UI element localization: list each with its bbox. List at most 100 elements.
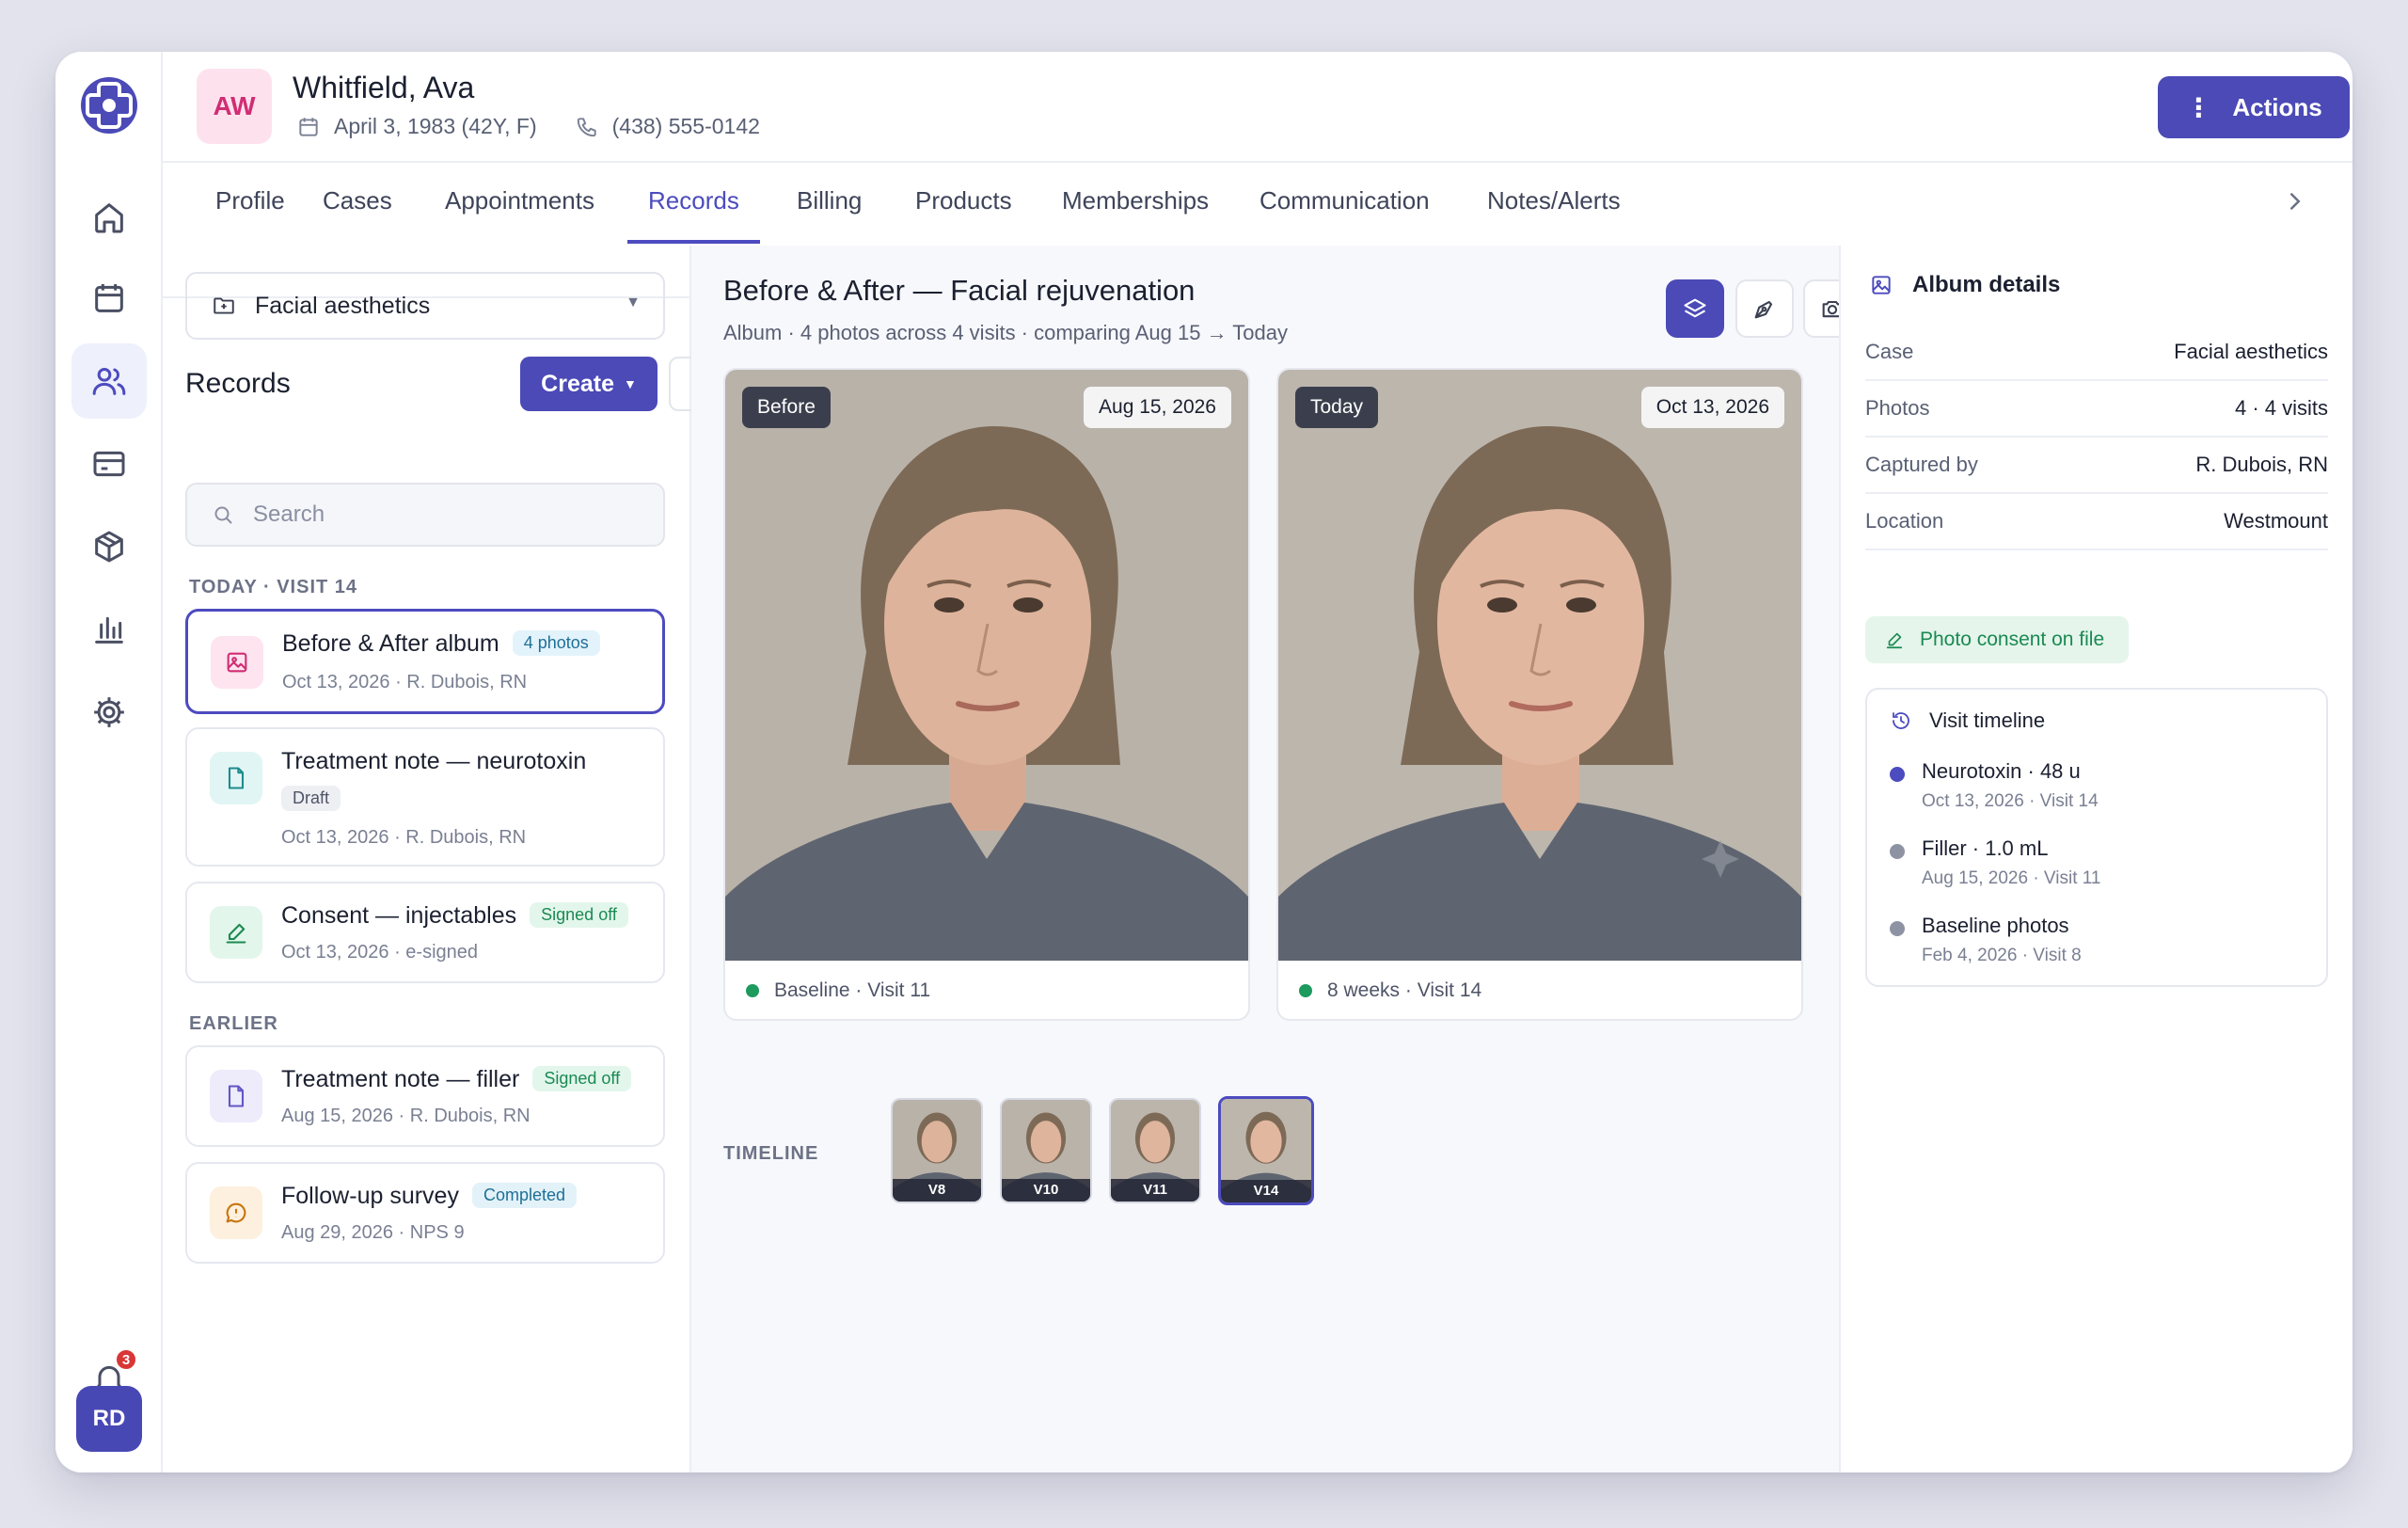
records-title: Records bbox=[185, 368, 291, 399]
visit-timeline-item-name: Baseline photos bbox=[1922, 914, 2069, 937]
record-meta: Oct 13, 2026 · e-signed bbox=[281, 942, 479, 963]
section-label-today: TODAY · VISIT 14 bbox=[189, 577, 358, 597]
layers-icon bbox=[1684, 298, 1706, 318]
records-panel: Facial aesthetics ▼ Records Create▼ ⋮ Se… bbox=[163, 246, 723, 1472]
home-icon bbox=[95, 203, 123, 233]
after-photo-card[interactable]: Today Oct 13, 2026 8 weeks · Visit 14 bbox=[1276, 368, 1803, 1021]
record-meta: Aug 29, 2026 · NPS 9 bbox=[281, 1222, 465, 1243]
album-details-title-text: Album details bbox=[1912, 272, 2061, 297]
tab-appointments[interactable]: Appointments bbox=[445, 163, 594, 244]
status-dot bbox=[1299, 984, 1312, 997]
nav-settings[interactable] bbox=[71, 675, 147, 750]
record-title: Follow-up survey bbox=[281, 1183, 459, 1209]
record-badge: Draft bbox=[281, 786, 341, 811]
record-meta: Oct 13, 2026 · R. Dubois, RN bbox=[281, 827, 527, 848]
box-icon bbox=[95, 531, 123, 563]
record-item-follow-up-survey[interactable]: Follow-up survey Completed Aug 29, 2026 ·… bbox=[185, 1162, 665, 1264]
detail-row-location: Location Westmount bbox=[1865, 494, 2328, 550]
visit-timeline-item-name: Neurotoxin · 48 u bbox=[1922, 759, 2081, 783]
calendar-icon bbox=[95, 284, 123, 312]
photo-consent-text: Photo consent on file bbox=[1920, 629, 2105, 650]
thumbnail-label: V10 bbox=[1002, 1179, 1090, 1202]
record-item-treatment-note-neurotoxin[interactable]: Treatment note — neurotoxin Draft Oct 13… bbox=[185, 727, 665, 867]
record-badge: Completed bbox=[471, 1183, 577, 1208]
patient-header: AW Whitfield, Ava April 3, 1983 (42Y, F)… bbox=[163, 52, 2353, 163]
detail-value: 4 · 4 visits bbox=[2234, 396, 2328, 420]
annotate-button[interactable] bbox=[1735, 279, 1794, 338]
nav-billing[interactable] bbox=[71, 426, 147, 501]
actions-button[interactable]: ⋮ Actions bbox=[2158, 76, 2350, 138]
more-vertical-icon: ⋮ bbox=[2185, 92, 2212, 122]
nav-products[interactable] bbox=[71, 509, 147, 584]
users-icon bbox=[92, 368, 126, 395]
record-name: Consent — injectables Signed off bbox=[281, 902, 628, 930]
tab-billing[interactable]: Billing bbox=[797, 163, 862, 244]
visit-timeline-item-meta: Oct 13, 2026 · Visit 14 bbox=[1922, 791, 2099, 811]
timeline-dot bbox=[1890, 767, 1905, 782]
visit-timeline-title: Visit timeline bbox=[1890, 708, 2045, 733]
search-field[interactable]: Search bbox=[185, 483, 665, 547]
section-label-earlier: EARLIER bbox=[189, 1013, 278, 1034]
nav-reports[interactable] bbox=[71, 592, 147, 667]
credit-card-icon bbox=[93, 451, 125, 477]
tab-profile[interactable]: Profile bbox=[215, 163, 285, 244]
calendar-icon bbox=[299, 117, 318, 136]
thumbnail-label: V14 bbox=[1221, 1180, 1311, 1202]
app-logo[interactable] bbox=[78, 74, 140, 136]
record-badge: Signed off bbox=[530, 902, 628, 928]
nav-home[interactable] bbox=[71, 180, 147, 255]
record-meta: Aug 15, 2026 · R. Dubois, RN bbox=[281, 1106, 531, 1126]
pen-tool-icon bbox=[1754, 300, 1773, 319]
patient-meta: April 3, 1983 (42Y, F) (438) 555-0142 bbox=[296, 114, 760, 139]
record-badge: Signed off bbox=[532, 1066, 632, 1091]
thumbnail-label: V11 bbox=[1111, 1179, 1199, 1202]
timeline-thumbnail[interactable]: V11 bbox=[1109, 1098, 1201, 1203]
photo-consent-badge: Photo consent on file bbox=[1865, 616, 2129, 663]
user-avatar[interactable]: RD bbox=[76, 1386, 142, 1452]
caret-down-icon: ▼ bbox=[623, 376, 637, 391]
record-item-treatment-note-filler[interactable]: Treatment note — filler Signed off Aug 15… bbox=[185, 1045, 665, 1147]
after-caption: 8 weeks · Visit 14 bbox=[1299, 979, 1481, 1002]
record-item-before-after-album[interactable]: Before & After album 4 photos Oct 13, 202… bbox=[185, 609, 665, 714]
record-item-consent-injectables[interactable]: Consent — injectables Signed off Oct 13, … bbox=[185, 882, 665, 983]
create-button[interactable]: Create ▼ bbox=[520, 357, 657, 411]
record-title: Consent — injectables bbox=[281, 902, 517, 929]
detail-key: Captured by bbox=[1865, 453, 1978, 476]
after-date: Oct 13, 2026 bbox=[1640, 387, 1784, 428]
image-icon bbox=[211, 636, 263, 689]
case-select[interactable]: Facial aesthetics ▼ bbox=[185, 272, 665, 340]
timeline-thumbnail[interactable]: V8 bbox=[891, 1098, 983, 1203]
detail-row-case: Case Facial aesthetics bbox=[1865, 325, 2328, 381]
before-photo-card[interactable]: Before Aug 15, 2026 Baseline · Visit 11 bbox=[723, 368, 1250, 1021]
nav-calendar[interactable] bbox=[71, 261, 147, 336]
compare-layers-button[interactable] bbox=[1666, 279, 1724, 338]
tab-notes-alerts[interactable]: Notes/Alerts bbox=[1487, 163, 1621, 244]
tab-records[interactable]: Records bbox=[627, 163, 760, 244]
detail-value: R. Dubois, RN bbox=[2195, 453, 2328, 476]
chevron-right-icon[interactable] bbox=[2281, 187, 2309, 215]
nav-patients[interactable] bbox=[71, 343, 147, 419]
search-placeholder: Search bbox=[253, 501, 325, 527]
detail-row-photos: Photos 4 · 4 visits bbox=[1865, 381, 2328, 438]
before-caption-text: Baseline · Visit 11 bbox=[774, 979, 931, 1001]
timeline-thumbnail[interactable]: V10 bbox=[1000, 1098, 1092, 1203]
visit-timeline-item-meta: Aug 15, 2026 · Visit 11 bbox=[1922, 868, 2101, 888]
thumbnail-label: V8 bbox=[893, 1179, 981, 1202]
before-caption: Baseline · Visit 11 bbox=[746, 979, 930, 1002]
chevron-down-icon: ▼ bbox=[626, 294, 641, 310]
phone-icon bbox=[577, 117, 596, 136]
album-details-panel: Album details Case Facial aesthetics Phot… bbox=[1839, 246, 2353, 1472]
timeline-dot bbox=[1890, 921, 1905, 936]
tab-cases[interactable]: Cases bbox=[323, 163, 392, 244]
tab-products[interactable]: Products bbox=[915, 163, 1012, 244]
create-label: Create bbox=[541, 370, 614, 397]
after-photo bbox=[1278, 370, 1801, 961]
timeline-thumbnail-selected[interactable]: V14 bbox=[1218, 1096, 1314, 1205]
tab-memberships[interactable]: Memberships bbox=[1062, 163, 1209, 244]
detail-key: Location bbox=[1865, 509, 1944, 533]
tab-communication[interactable]: Communication bbox=[1259, 163, 1430, 244]
gear-icon bbox=[94, 697, 124, 727]
signature-icon bbox=[210, 906, 262, 959]
patient-dob: April 3, 1983 (42Y, F) bbox=[334, 114, 537, 138]
left-rail: 3 RD bbox=[55, 52, 163, 1472]
